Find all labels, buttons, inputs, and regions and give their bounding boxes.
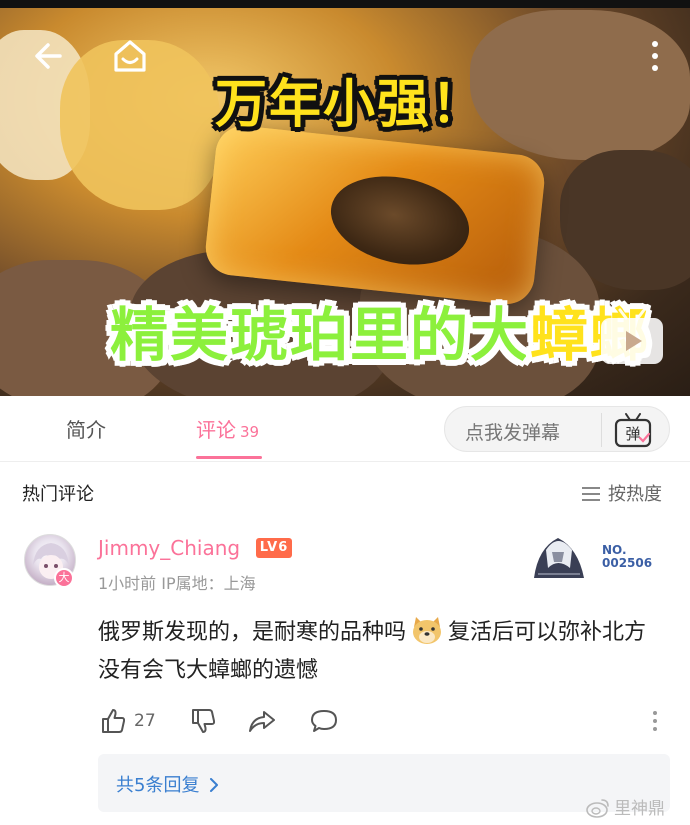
sort-button[interactable]: 按热度 — [582, 480, 662, 506]
reply-icon[interactable] — [310, 708, 338, 734]
danmaku-input[interactable]: 点我发弹幕 弹 — [444, 406, 670, 452]
danmaku-icon-text: 弹 — [625, 425, 640, 443]
sort-label: 按热度 — [608, 484, 662, 505]
comment-text-part1: 俄罗斯发现的，是耐寒的品种吗 — [98, 620, 407, 645]
level-badge: LV6 — [256, 538, 292, 558]
comment-meta: 1小时前 IP属地：上海 — [98, 574, 256, 593]
medal-no-label: NO. — [602, 543, 627, 557]
divider — [601, 413, 602, 447]
home-icon[interactable] — [108, 34, 152, 78]
replies-box[interactable]: 共5条回复 — [98, 754, 670, 812]
video-caption-bottom: 精美琥珀里的大蟑螂 — [110, 288, 650, 372]
danmaku-placeholder: 点我发弹幕 — [465, 422, 561, 444]
watermark: 里神鼎 — [586, 794, 665, 819]
dislike-icon[interactable] — [190, 708, 216, 734]
sort-icon — [582, 487, 600, 501]
share-icon[interactable] — [248, 708, 276, 734]
comment-actions: 27 — [98, 708, 668, 738]
tab-intro[interactable]: 简介 — [66, 414, 106, 443]
medal-number: 002506 — [602, 556, 653, 570]
caption-bottom-main: 精美琥珀里的大 — [110, 301, 531, 369]
hot-comments-heading: 热门评论 — [22, 484, 94, 505]
watermark-text: 里神鼎 — [614, 799, 665, 819]
tab-comments-label: 评论 — [196, 418, 236, 442]
fan-medal-number: NO. 002506 — [602, 544, 652, 570]
video-caption-top: 万年小强！ — [215, 75, 486, 135]
like-count: 27 — [134, 711, 156, 731]
tab-comments-count: 39 — [240, 423, 260, 441]
video-player[interactable]: 万年小强！ 精美琥珀里的大蟑螂 — [0, 0, 690, 396]
danmaku-icon[interactable]: 弹 — [613, 411, 653, 449]
like-icon[interactable] — [100, 708, 126, 734]
doge-emoji — [413, 617, 442, 644]
tab-active-indicator — [196, 456, 262, 459]
menu-icon[interactable] — [650, 708, 660, 734]
view-replies-link[interactable]: 共5条回复 — [116, 771, 219, 797]
back-icon[interactable] — [30, 36, 70, 76]
chevron-right-icon — [210, 778, 219, 792]
replies-label: 共5条回复 — [116, 775, 200, 796]
more-icon[interactable] — [640, 36, 670, 76]
tv-icon[interactable] — [598, 306, 666, 368]
weibo-icon — [586, 799, 609, 818]
tab-comments[interactable]: 评论 39 — [196, 414, 259, 443]
fan-medal-image[interactable] — [524, 528, 592, 580]
status-bar — [0, 0, 690, 8]
avatar-badge: 大 — [54, 568, 74, 588]
comment-text: 俄罗斯发现的，是耐寒的品种吗 复活后可以弥补北方没有会飞大蟑螂的遗憾 — [98, 614, 668, 690]
comment-username[interactable]: Jimmy_Chiang — [98, 536, 240, 560]
amber-rock — [470, 10, 690, 160]
